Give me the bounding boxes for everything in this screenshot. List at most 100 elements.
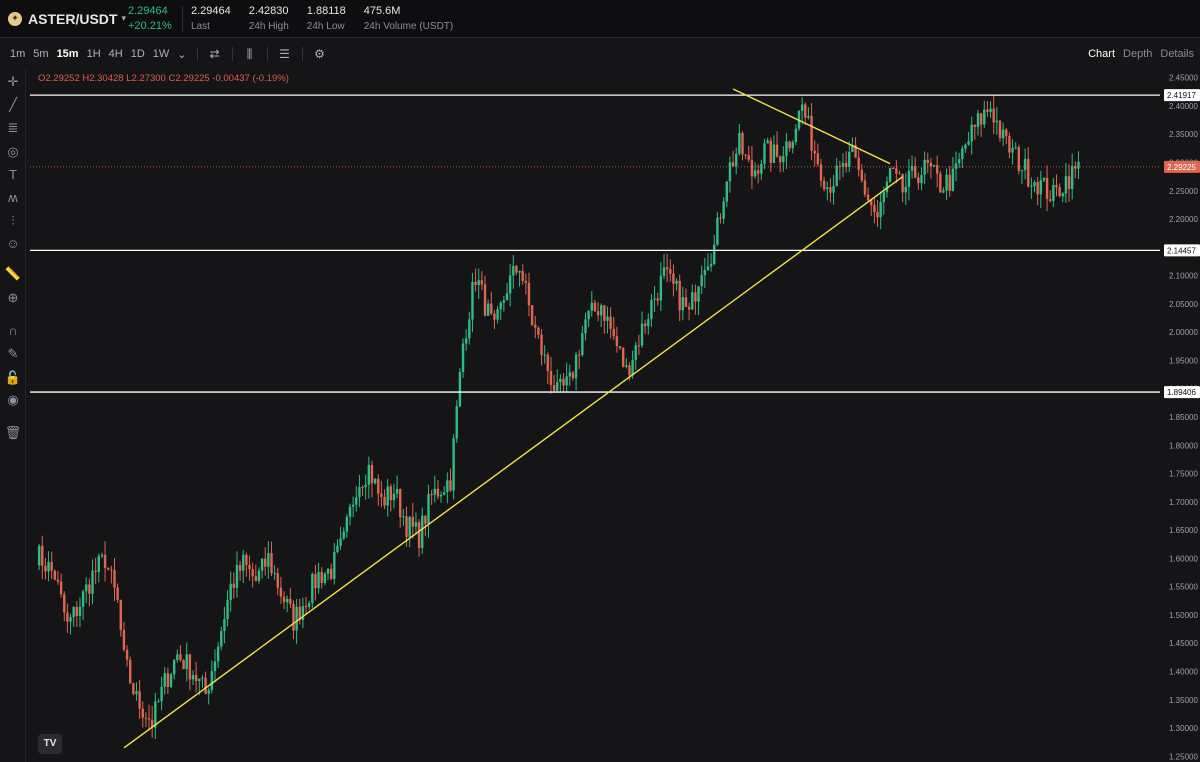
- candle-body: [47, 561, 50, 572]
- candle-body: [628, 365, 631, 376]
- candle-body: [389, 486, 393, 501]
- candle-body: [399, 488, 402, 518]
- candle-body: [807, 115, 810, 118]
- candle-body: [380, 493, 383, 498]
- candle-body: [1052, 185, 1055, 201]
- candle-body: [483, 284, 487, 316]
- candle-body: [370, 464, 374, 484]
- candle-body: [747, 155, 750, 160]
- candle-body: [408, 516, 411, 538]
- candle-body: [600, 305, 603, 316]
- candle-body: [433, 488, 436, 495]
- candle-body: [78, 606, 82, 616]
- candle-body: [741, 132, 744, 155]
- candle-body: [669, 269, 672, 274]
- candle-body: [656, 298, 659, 301]
- candle-body: [552, 385, 556, 391]
- candle-body: [273, 573, 276, 575]
- candle-body: [238, 565, 242, 571]
- candle-body: [593, 302, 597, 312]
- candle-body: [590, 302, 593, 311]
- candle-body: [989, 108, 992, 112]
- candle-body: [923, 159, 926, 175]
- candle-body: [257, 570, 261, 581]
- candle-body: [860, 169, 864, 181]
- candle-body: [540, 334, 543, 355]
- candle-body: [691, 292, 694, 310]
- candle-body: [973, 124, 977, 127]
- candle-body: [345, 516, 349, 532]
- candle-body: [439, 494, 443, 497]
- candle-body: [267, 553, 270, 567]
- candle-body: [59, 581, 63, 595]
- candle-body: [750, 159, 754, 177]
- candle-body: [490, 303, 493, 314]
- candle-body: [537, 327, 540, 335]
- candle-body: [411, 516, 414, 527]
- candle-body: [512, 265, 515, 276]
- candle-body: [160, 686, 163, 702]
- candle-body: [122, 629, 126, 650]
- candle-body: [926, 159, 929, 163]
- candle-body: [618, 346, 622, 349]
- candle-body: [647, 319, 650, 327]
- candle-body: [461, 343, 465, 372]
- candle-body: [678, 280, 681, 311]
- y-tick-label: 1.45000: [1169, 639, 1198, 648]
- candle-body: [694, 292, 697, 302]
- candle-body: [1045, 177, 1049, 200]
- candle-body: [455, 406, 458, 439]
- y-tick-label: 1.50000: [1169, 611, 1198, 620]
- candle-body: [857, 157, 860, 170]
- candle-body: [235, 565, 239, 588]
- candle-body: [709, 264, 713, 267]
- candle-body: [816, 153, 820, 165]
- candle-body: [449, 480, 452, 491]
- candle-body: [364, 484, 367, 488]
- candle-body: [954, 163, 958, 169]
- candle-body: [100, 554, 104, 557]
- candle-body: [826, 187, 829, 190]
- y-tick-label: 1.35000: [1169, 696, 1198, 705]
- candle-body: [615, 336, 619, 347]
- candles: [37, 94, 1080, 739]
- y-tick-label: 1.65000: [1169, 526, 1198, 535]
- candle-body: [612, 328, 615, 337]
- candle-body: [471, 281, 474, 320]
- candle-body: [207, 689, 210, 694]
- candle-body: [414, 522, 418, 527]
- candle-body: [948, 174, 951, 191]
- candle-body: [1055, 185, 1058, 188]
- candle-body: [998, 120, 1002, 139]
- candle-body: [508, 275, 512, 294]
- price-chart[interactable]: 2.450002.400002.350002.300002.250002.200…: [0, 0, 1200, 762]
- candle-body: [81, 591, 85, 607]
- candle-body: [72, 606, 75, 618]
- candle-body: [995, 120, 999, 123]
- candle-body: [546, 354, 550, 371]
- candle-body: [358, 487, 361, 498]
- candle-body: [1020, 170, 1024, 172]
- y-tick-label: 2.00000: [1169, 328, 1198, 337]
- candle-body: [810, 115, 813, 151]
- candle-body: [1030, 186, 1033, 188]
- candle-body: [766, 140, 769, 144]
- candle-body: [166, 673, 170, 687]
- candle-body: [637, 345, 641, 347]
- candle-body: [518, 271, 521, 273]
- y-tick-label: 1.55000: [1169, 583, 1198, 592]
- candle-body: [543, 354, 546, 356]
- candle-body: [113, 570, 116, 588]
- candle-body: [731, 162, 735, 167]
- candle-body: [584, 319, 587, 334]
- candle-body: [1014, 147, 1017, 149]
- candle-body: [596, 311, 600, 316]
- candle-body: [85, 584, 88, 592]
- candle-body: [876, 212, 879, 218]
- candle-body: [182, 659, 185, 670]
- y-tick-label: 2.10000: [1169, 272, 1198, 281]
- candle-body: [822, 180, 826, 190]
- candle-body: [307, 603, 311, 607]
- candle-body: [527, 282, 531, 306]
- candle-body: [829, 187, 832, 193]
